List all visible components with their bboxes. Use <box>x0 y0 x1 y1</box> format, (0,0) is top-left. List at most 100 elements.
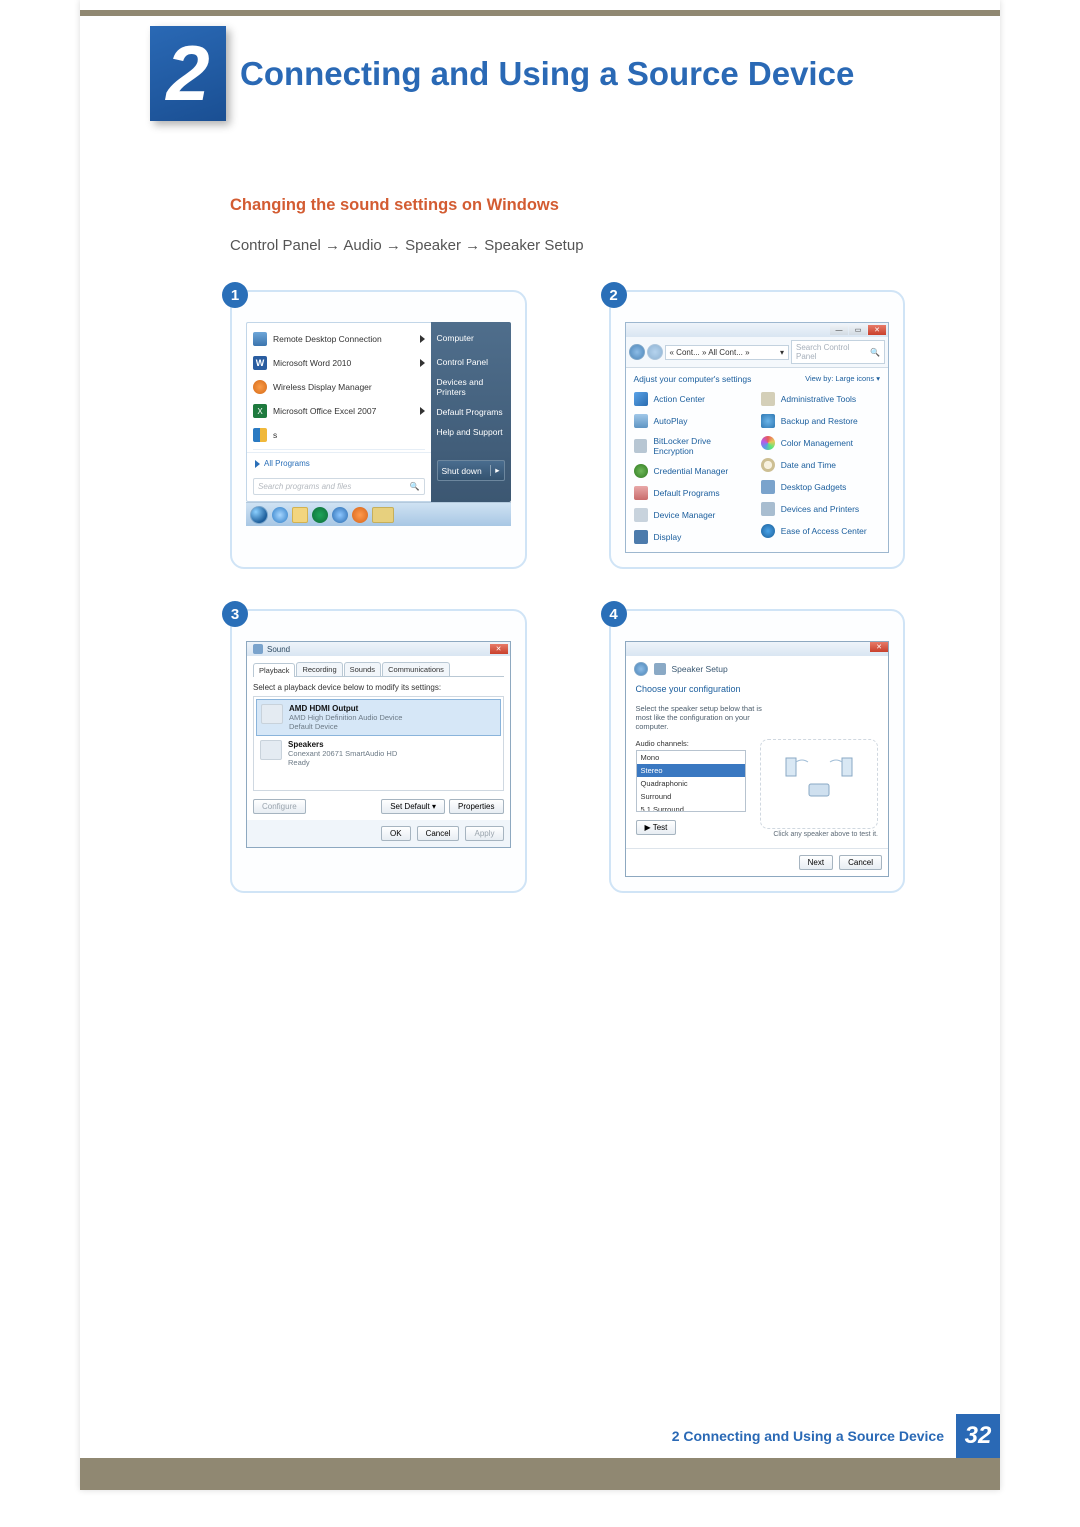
cp-item-ease[interactable]: Ease of Access Center <box>761 524 880 538</box>
sm-label: Remote Desktop Connection <box>273 334 382 344</box>
control-panel-window: — ▭ ✕ « Cont... » All Cont... » ▾ Search… <box>625 322 890 553</box>
cp-viewby[interactable]: View by: Large icons ▾ <box>805 374 880 384</box>
start-search-input[interactable]: Search programs and files 🔍 <box>253 478 425 495</box>
list-item[interactable]: 5.1 Surround <box>637 803 745 812</box>
cp-item-label: Color Management <box>781 438 853 448</box>
cancel-button[interactable]: Cancel <box>417 826 460 841</box>
cp-item-default-programs[interactable]: Default Programs <box>634 486 753 500</box>
speaker-setup-dialog: ✕ Speaker Setup Choose your configuratio… <box>625 641 890 877</box>
device-speakers[interactable]: Speakers Conexant 20671 SmartAudio HD Re… <box>256 736 501 771</box>
cp-item-gadgets[interactable]: Desktop Gadgets <box>761 480 880 494</box>
page-footer: 2 Connecting and Using a Source Device 3… <box>660 1414 1000 1458</box>
properties-button[interactable]: Properties <box>449 799 503 814</box>
sm-item-excel[interactable]: XMicrosoft Office Excel 2007 <box>247 399 431 423</box>
sm-right-computer[interactable]: Computer <box>431 328 511 348</box>
admin-tools-icon <box>761 392 775 406</box>
cp-item-display[interactable]: Display <box>634 530 753 544</box>
instruction-text: Select a playback device below to modify… <box>253 683 504 692</box>
sm-right-default-programs[interactable]: Default Programs <box>431 402 511 422</box>
set-default-button[interactable]: Set Default ▾ <box>381 799 445 814</box>
device-text: AMD HDMI Output AMD High Definition Audi… <box>289 704 402 731</box>
cp-item-admin-tools[interactable]: Administrative Tools <box>761 392 880 406</box>
sm-item-word[interactable]: WMicrosoft Word 2010 <box>247 351 431 375</box>
close-button[interactable]: ✕ <box>490 644 508 654</box>
minimize-button[interactable]: — <box>830 325 848 335</box>
sm-label: s <box>273 430 277 440</box>
tab-playback[interactable]: Playback <box>253 663 295 677</box>
footer-page-number: 32 <box>956 1414 1000 1458</box>
config-left: Audio channels: Mono Stereo Quadraphonic… <box>636 739 746 838</box>
list-item[interactable]: Surround <box>637 790 745 803</box>
list-item[interactable]: Stereo <box>637 764 745 777</box>
test-button[interactable]: ▶ Test <box>636 820 677 835</box>
sm-right-help[interactable]: Help and Support <box>431 422 511 442</box>
taskbar-browser-icon[interactable] <box>332 507 348 523</box>
tab-communications[interactable]: Communications <box>382 662 450 676</box>
wireless-display-icon <box>253 380 267 394</box>
channels-listbox[interactable]: Mono Stereo Quadraphonic Surround 5.1 Su… <box>636 750 746 812</box>
start-orb-icon[interactable] <box>250 506 268 524</box>
config-title: Choose your configuration <box>636 684 879 694</box>
search-icon: 🔍 <box>870 348 880 357</box>
sm-item-s[interactable]: s <box>247 423 431 447</box>
page: 2 Connecting and Using a Source Device C… <box>80 0 1000 1490</box>
shutdown-button[interactable]: Shut down ▸ <box>437 460 505 481</box>
cp-item-backup[interactable]: Backup and Restore <box>761 414 880 428</box>
speaker-icon <box>260 740 282 760</box>
taskbar-ie-icon[interactable] <box>272 507 288 523</box>
next-button[interactable]: Next <box>799 855 833 870</box>
panel-badge-4: 4 <box>601 601 627 627</box>
dialog-footer: Next Cancel <box>626 848 889 876</box>
configure-button[interactable]: Configure <box>253 799 306 814</box>
tab-recording[interactable]: Recording <box>296 662 342 676</box>
cp-item-label: Desktop Gadgets <box>781 482 847 492</box>
cancel-button[interactable]: Cancel <box>839 855 882 870</box>
sm-right-devices-printers[interactable]: Devices and Printers <box>431 372 511 402</box>
nav-back-icon[interactable] <box>629 344 645 360</box>
panel-badge-2: 2 <box>601 282 627 308</box>
cp-item-action-center[interactable]: Action Center <box>634 392 753 406</box>
panel-badge-3: 3 <box>222 601 248 627</box>
all-programs-label: All Programs <box>264 459 310 468</box>
cp-item-devices-printers[interactable]: Devices and Printers <box>761 502 880 516</box>
speaker-icon <box>253 644 263 654</box>
chevron-right-icon: ▸ <box>490 465 499 476</box>
cp-item-label: Backup and Restore <box>781 416 858 426</box>
taskbar-media-icon[interactable] <box>312 507 328 523</box>
ok-button[interactable]: OK <box>381 826 411 841</box>
list-item[interactable]: Mono <box>637 751 745 764</box>
window-titlebar: — ▭ ✕ <box>626 323 889 337</box>
device-amd-hdmi[interactable]: AMD HDMI Output AMD High Definition Audi… <box>256 699 501 736</box>
cp-item-bitlocker[interactable]: BitLocker Drive Encryption <box>634 436 753 456</box>
cp-item-device-manager[interactable]: Device Manager <box>634 508 753 522</box>
sm-right-control-panel[interactable]: Control Panel <box>431 352 511 372</box>
panel-badge-1: 1 <box>222 282 248 308</box>
taskbar-wmp-icon[interactable] <box>352 507 368 523</box>
sm-item-rdp[interactable]: Remote Desktop Connection <box>247 327 431 351</box>
search-placeholder: Search programs and files <box>258 482 351 491</box>
apply-button[interactable]: Apply <box>465 826 503 841</box>
cp-item-credential[interactable]: Credential Manager <box>634 464 753 478</box>
tab-sounds[interactable]: Sounds <box>344 662 381 676</box>
cp-item-color[interactable]: Color Management <box>761 436 880 450</box>
cp-item-label: Devices and Printers <box>781 504 859 514</box>
taskbar-folder-icon[interactable] <box>372 507 394 523</box>
cp-item-datetime[interactable]: Date and Time <box>761 458 880 472</box>
close-button[interactable]: ✕ <box>868 325 886 335</box>
arrow-right-icon <box>255 460 260 468</box>
address-bar[interactable]: « Cont... » All Cont... » ▾ <box>665 345 790 360</box>
search-icon: 🔍 <box>410 482 420 491</box>
nav-back-icon[interactable] <box>634 662 648 676</box>
cp-item-autoplay[interactable]: AutoPlay <box>634 414 753 428</box>
taskbar-explorer-icon[interactable] <box>292 507 308 523</box>
maximize-button[interactable]: ▭ <box>849 325 867 335</box>
close-button[interactable]: ✕ <box>870 642 888 652</box>
cp-search-input[interactable]: Search Control Panel 🔍 <box>791 340 885 364</box>
start-menu-right: Computer Control Panel Devices and Print… <box>431 322 511 502</box>
cp-item-label: BitLocker Drive Encryption <box>653 436 752 456</box>
all-programs[interactable]: All Programs <box>247 452 431 474</box>
lock-icon <box>634 439 648 453</box>
list-item[interactable]: Quadraphonic <box>637 777 745 790</box>
nav-forward-icon[interactable] <box>647 344 663 360</box>
sm-item-wdm[interactable]: Wireless Display Manager <box>247 375 431 399</box>
